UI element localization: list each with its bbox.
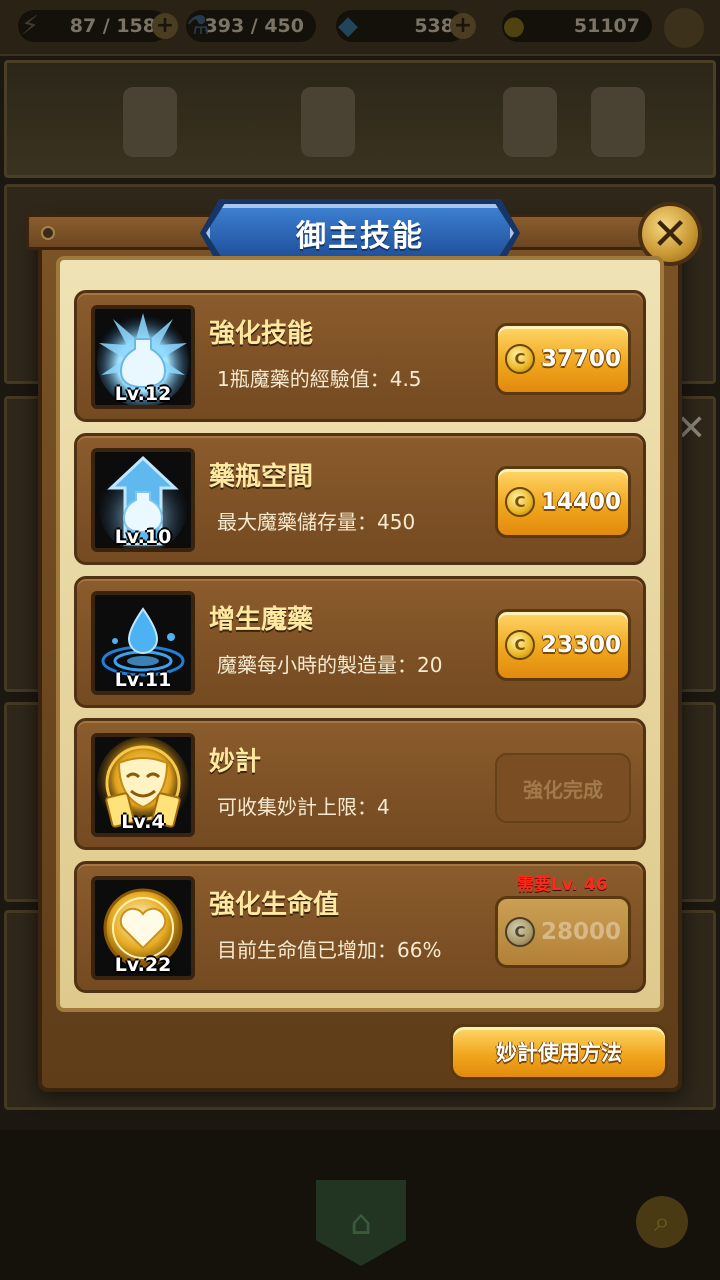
upgrade-price: 14400 — [540, 489, 622, 515]
skill-level: Lv.12 — [114, 383, 172, 405]
add-energy-button: + — [152, 13, 178, 39]
hero-sprite — [503, 87, 557, 157]
locked-upgrade-button: C 28000 — [495, 896, 631, 968]
skill-description: 最大魔藥儲存量：450 — [217, 510, 416, 534]
dialog-title: 御主技能 — [296, 219, 424, 254]
upgrade-button[interactable]: C 23300 — [495, 609, 631, 681]
skill-name: 妙計 — [209, 747, 262, 777]
upgrade-button[interactable]: C 14400 — [495, 466, 631, 538]
skill-row: Lv.12 強化技能 1瓶魔藥的經驗值：4.5 C 37700 — [74, 290, 646, 422]
skill-row: Lv.4 妙計 可收集妙計上限：4 強化完成 — [74, 718, 646, 850]
coin-icon: C — [504, 630, 535, 660]
resource-bar: ⚡ 87 / 158 + ⚗ 393 / 450 ◆ 538 + ● 51107 — [0, 0, 720, 56]
skill-name: 增生魔藥 — [209, 605, 314, 635]
title-banner: 御主技能 — [206, 204, 514, 262]
skill-row: Lv.10 藥瓶空間 最大魔藥儲存量：450 C 14400 — [74, 433, 646, 565]
skill-level: Lv.10 — [114, 526, 172, 548]
coin-counter: ● 51107 — [502, 10, 652, 42]
energy-counter: ⚡ 87 / 158 + — [18, 10, 178, 42]
close-x-icon: ✕ — [651, 208, 689, 260]
upgrade-price: 28000 — [540, 919, 622, 945]
skill-row: Lv.11 增生魔藥 魔藥每小時的製造量：20 C 23300 — [74, 576, 646, 708]
skill-level: Lv.22 — [114, 954, 172, 976]
skill-name: 藥瓶空間 — [209, 462, 314, 492]
search-icon: ⌕ — [636, 1196, 688, 1248]
skill-name: 強化技能 — [209, 319, 314, 349]
diamond-icon: ◆ — [338, 11, 358, 41]
skill-row: Lv.22 強化生命值 目前生命值已增加：66% 需要Lv. 46 C 2800… — [74, 861, 646, 993]
add-gem-button: + — [450, 13, 476, 39]
skill-icon-frame: Lv.10 — [91, 448, 195, 552]
hero-sprite — [591, 87, 645, 157]
skill-level: Lv.11 — [114, 669, 172, 691]
upgrade-price: 37700 — [540, 346, 622, 372]
skill-level: Lv.4 — [121, 811, 165, 833]
coin-icon: ● — [502, 11, 526, 41]
skill-description: 1瓶魔藥的經驗值：4.5 — [217, 367, 422, 391]
skill-description: 魔藥每小時的製造量：20 — [217, 653, 443, 677]
help-button[interactable]: 妙計使用方法 — [450, 1024, 668, 1080]
coin-icon: C — [504, 917, 535, 947]
upgrade-complete-button: 強化完成 — [495, 753, 631, 823]
gem-counter: ◆ 538 + — [336, 10, 476, 42]
skill-icon-frame: Lv.11 — [91, 591, 195, 695]
skill-icon-frame: Lv.4 — [91, 733, 195, 837]
skill-name: 強化生命值 — [209, 890, 340, 920]
lightning-icon: ⚡ — [20, 11, 40, 41]
level-requirement: 需要Lv. 46 — [517, 875, 608, 895]
coin-icon: C — [504, 344, 535, 374]
settings-gear-icon — [664, 8, 704, 48]
upgrade-price: 23300 — [540, 632, 622, 658]
skill-icon-frame: Lv.22 — [91, 876, 195, 980]
rivet-icon — [41, 226, 55, 240]
hero-scene — [4, 60, 716, 178]
skill-description: 目前生命值已增加：66% — [217, 938, 442, 962]
hero-sprite — [123, 87, 177, 157]
upgrade-button[interactable]: C 37700 — [495, 323, 631, 395]
skill-description: 可收集妙計上限：4 — [217, 795, 390, 819]
potion-counter: ⚗ 393 / 450 — [186, 10, 316, 42]
hero-sprite — [301, 87, 355, 157]
potion-icon: ⚗ — [186, 11, 210, 41]
skill-icon-frame: Lv.12 — [91, 305, 195, 409]
coin-icon: C — [504, 487, 535, 517]
